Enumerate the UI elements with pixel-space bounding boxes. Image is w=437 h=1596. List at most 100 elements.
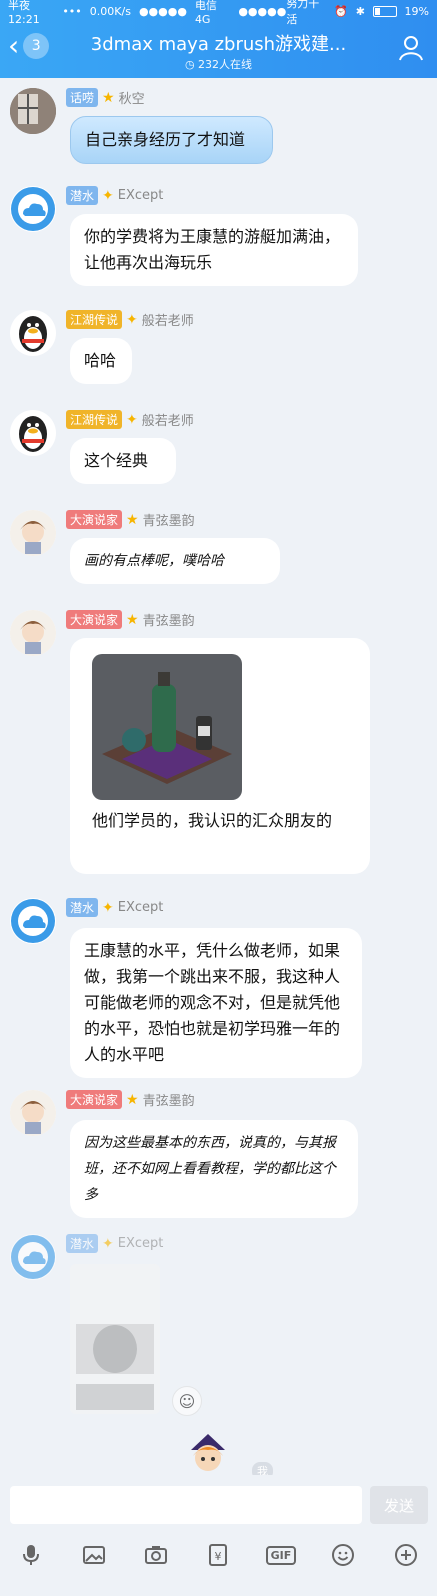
sender-name[interactable]: EXcept <box>118 900 164 915</box>
message: 大演说家 ★ 青弦墨韵 因为这些最基本的东西，说真的，与其报班，还不如网上看看教… <box>10 1090 370 1220</box>
toolbar: ¥ GIF <box>0 1535 437 1575</box>
avatar[interactable] <box>10 410 56 456</box>
cloud-icon <box>11 899 55 943</box>
back-button[interactable]: ‹ 3 <box>8 29 50 62</box>
message-bubble[interactable]: 因为这些最基本的东西，说真的，与其报班，还不如网上看看教程，学的都比这个多 <box>70 1120 358 1218</box>
cloud-icon <box>11 1235 55 1279</box>
gif-button[interactable]: GIF <box>265 1540 297 1570</box>
star-icon: ✦ <box>102 899 114 916</box>
input-bar: 发送 ¥ GIF <box>0 1475 437 1596</box>
my-avatar[interactable] <box>183 1432 233 1478</box>
sender-name[interactable]: EXcept <box>118 1236 164 1251</box>
camera-icon <box>145 1546 168 1564</box>
group-profile-button[interactable] <box>397 34 425 62</box>
avatar[interactable] <box>10 610 56 656</box>
anime-avatar-icon <box>10 1090 56 1136</box>
avatar[interactable] <box>10 510 56 556</box>
member-title-badge: 潜水 <box>66 186 99 205</box>
svg-text:¥: ¥ <box>215 1550 222 1563</box>
anime-avatar-icon <box>10 610 56 656</box>
member-title-badge: 大演说家 <box>66 610 123 629</box>
smiley-icon <box>332 1544 355 1566</box>
photo-button[interactable] <box>79 1540 109 1570</box>
message-bubble[interactable]: 你的学费将为王康慧的游艇加满油，让他再次出海玩乐 <box>70 214 358 286</box>
image-icon <box>82 1546 105 1564</box>
microphone-icon <box>23 1545 40 1565</box>
message-bubble[interactable]: 王康慧的水平，凭什么做老师，如果做，我第一个跳出来不服，我这种人可能做老师的观念… <box>70 928 362 1078</box>
sender-name[interactable]: 青弦墨韵 <box>143 1090 195 1109</box>
member-title-badge: 江湖传说 <box>66 310 123 329</box>
camera-button[interactable] <box>141 1540 171 1570</box>
battery-level: 19% <box>404 4 429 18</box>
sender-name[interactable]: 青弦墨韵 <box>143 510 195 529</box>
sender-name[interactable]: EXcept <box>118 188 164 203</box>
red-packet-button[interactable]: ¥ <box>203 1540 233 1570</box>
alarm-icon: ⏰ <box>333 4 348 18</box>
message-text: 他们学员的，我认识的汇众朋友的 <box>92 811 333 830</box>
net-speed: 0.00K/s <box>89 4 131 18</box>
message: 江湖传说 ✦ 般若老师 这个经典 <box>10 410 310 490</box>
avatar[interactable] <box>10 898 56 944</box>
penguin-icon <box>19 316 47 352</box>
star-icon: ✦ <box>102 187 114 204</box>
message: 话唠 ★ 秋空 自己亲身经历了才知道 <box>10 88 310 178</box>
emoji-button[interactable] <box>328 1540 358 1570</box>
more-button[interactable] <box>391 1540 421 1570</box>
star-icon: ★ <box>126 1091 139 1108</box>
red-packet-icon: ¥ <box>209 1544 228 1566</box>
message-bubble[interactable]: 哈哈 <box>70 338 132 384</box>
message: 潜水 ✦ EXcept 王康慧的水平，凭什么做老师，如果做，我第一个跳出来不服，… <box>10 898 370 1078</box>
avatar[interactable] <box>10 1090 56 1136</box>
potion-bottles-image <box>92 654 242 800</box>
chevron-left-icon: ‹ <box>8 29 20 62</box>
message: 大演说家 ★ 青弦墨韵 画的有点棒呢，噗哈哈 <box>10 510 330 590</box>
star-icon: ✦ <box>126 311 138 328</box>
avatar[interactable] <box>10 1234 56 1280</box>
plus-circle-icon <box>394 1544 417 1566</box>
member-title-badge: 大演说家 <box>66 510 123 529</box>
emoji-react-button[interactable]: ☺ <box>172 1386 202 1416</box>
anime-avatar-icon <box>10 510 56 556</box>
message-input[interactable] <box>10 1486 362 1524</box>
member-title-badge: 大演说家 <box>66 1090 123 1109</box>
avatar[interactable] <box>10 310 56 356</box>
send-button[interactable]: 发送 <box>370 1486 428 1524</box>
window-photo-icon <box>10 88 56 134</box>
star-icon: ✦ <box>102 1235 114 1252</box>
status-bar: 半夜12:21 ••• 0.00K/s ●●●●● 电信 4G ●●●●● 努力… <box>0 0 437 26</box>
voice-button[interactable] <box>16 1540 46 1570</box>
message-bubble[interactable]: 这个经典 <box>70 438 176 484</box>
avatar[interactable] <box>10 88 56 134</box>
star-icon: ★ <box>102 89 115 106</box>
sender-name[interactable]: 般若老师 <box>142 410 194 429</box>
member-title-badge: 潜水 <box>66 898 99 917</box>
sender-name[interactable]: 秋空 <box>119 88 145 107</box>
battery-icon <box>372 5 397 17</box>
message-bubble[interactable]: 自己亲身经历了才知道 <box>70 116 273 164</box>
online-count: ◷ 232人在线 <box>184 58 253 71</box>
member-title-badge: 潜水 <box>66 1234 99 1253</box>
star-icon: ★ <box>126 511 139 528</box>
clock-icon: ◷ <box>184 58 195 71</box>
member-title-badge: 话唠 <box>66 88 99 107</box>
message: 江湖传说 ✦ 般若老师 哈哈 <box>10 310 310 390</box>
star-icon: ★ <box>126 611 139 628</box>
avatar[interactable] <box>10 186 56 232</box>
anime-character-icon <box>191 1434 225 1471</box>
more-icon: ••• <box>62 4 82 18</box>
message: 潜水 ✦ EXcept 你的学费将为王康慧的游艇加满油，让他再次出海玩乐 <box>10 186 370 296</box>
message: 大演说家 ★ 青弦墨韵 他们学员的，我认识的汇众朋友的 <box>10 610 390 880</box>
user-icon <box>399 36 423 61</box>
cloud-icon <box>11 187 55 231</box>
gif-icon: GIF <box>265 1545 297 1565</box>
message-bubble[interactable]: 画的有点棒呢，噗哈哈 <box>70 538 280 584</box>
shared-image[interactable] <box>92 654 242 800</box>
sender-name[interactable]: 般若老师 <box>142 310 194 329</box>
message: 潜水 ✦ EXcept ☺ <box>10 1234 270 1424</box>
penguin-icon <box>19 416 47 452</box>
shared-image[interactable] <box>70 1264 160 1414</box>
group-title[interactable]: 3dmax maya zbrush游戏建... <box>70 30 367 56</box>
chat-header: 半夜12:21 ••• 0.00K/s ●●●●● 电信 4G ●●●●● 努力… <box>0 0 437 78</box>
message-bubble[interactable]: 他们学员的，我认识的汇众朋友的 <box>70 638 370 874</box>
sender-name[interactable]: 青弦墨韵 <box>143 610 195 629</box>
